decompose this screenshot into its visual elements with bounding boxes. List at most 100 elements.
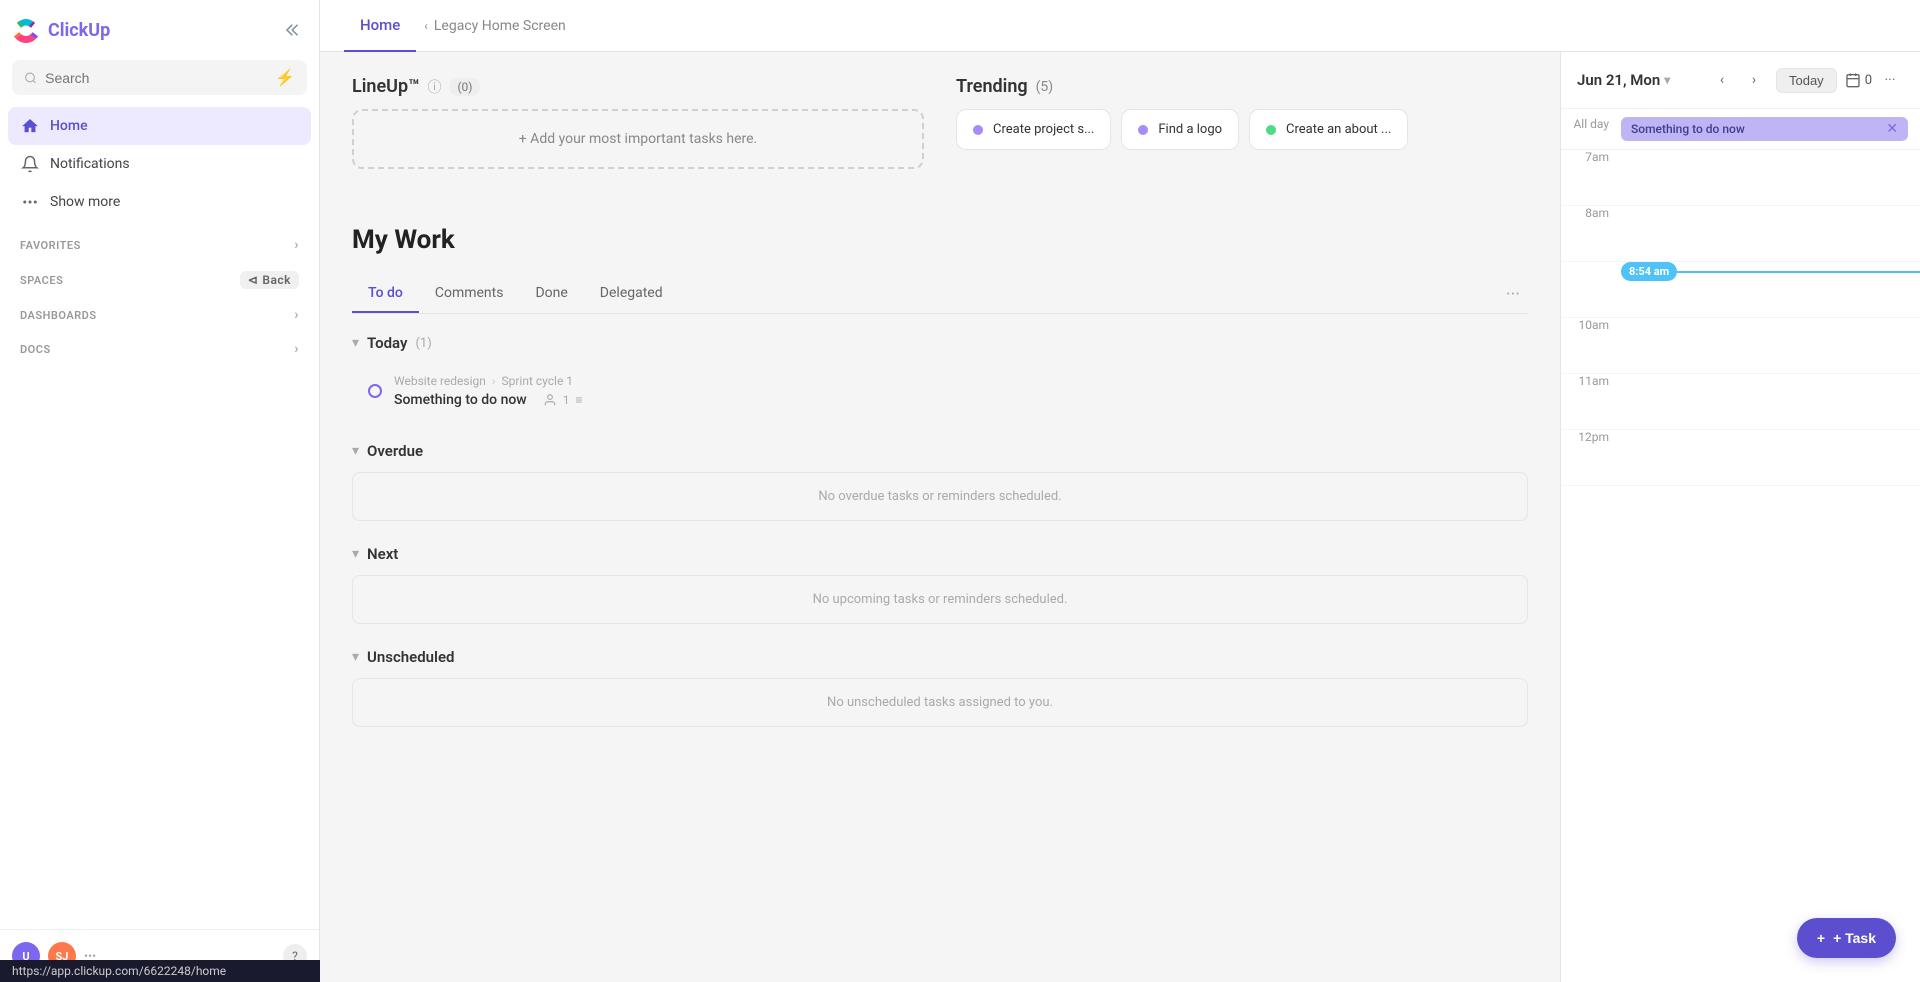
trending-section: Trending (5) Create project s... Find a … (956, 76, 1528, 197)
logo-icon (12, 16, 40, 44)
task-checkbox[interactable] (368, 384, 382, 398)
legacy-tab-label: Legacy Home Screen (434, 18, 566, 34)
spaces-back-button[interactable]: ⊲ Back (240, 271, 299, 289)
docs-arrow[interactable]: › (294, 341, 299, 357)
task-meta: 1 ≡ (543, 393, 583, 407)
time-label-7am: 7am (1561, 150, 1621, 164)
trending-dot-1 (973, 125, 983, 135)
sidebar: ClickUp ⚡ Home Notifications Show more (0, 0, 320, 982)
search-bar[interactable]: ⚡ (12, 60, 307, 95)
task-breadcrumb-part1: Website redesign (394, 374, 486, 388)
favorites-section: FAVORITES › (0, 225, 319, 259)
sidebar-top: ClickUp (0, 0, 319, 52)
calendar-icon (1845, 72, 1861, 88)
dashboards-arrow[interactable]: › (294, 307, 299, 323)
tab-comments[interactable]: Comments (419, 275, 520, 313)
my-work-section: My Work To do Comments Done Delegated ··… (352, 225, 1528, 727)
nav-items: Home Notifications Show more (0, 103, 319, 225)
sidebar-item-notifications[interactable]: Notifications (8, 145, 311, 183)
trending-card-find-logo[interactable]: Find a logo (1121, 109, 1239, 150)
add-task-icon: + (1817, 930, 1825, 946)
next-header: ▾ Next (352, 545, 1528, 563)
calendar-today-button[interactable]: Today (1776, 68, 1837, 93)
calendar-event-close-icon[interactable]: ✕ (1886, 121, 1898, 137)
unscheduled-empty: No unscheduled tasks assigned to you. (352, 678, 1528, 727)
content-area: LineUp™ ⓘ (0) + Add your most important … (320, 52, 1920, 982)
calendar-header: Jun 21, Mon ▾ ‹ › Today 0 ··· (1561, 52, 1920, 109)
trending-header: Trending (5) (956, 76, 1528, 97)
favorites-label: FAVORITES (20, 239, 81, 252)
work-tabs-more[interactable]: ··· (1498, 276, 1528, 313)
calendar-dropdown-icon: ▾ (1664, 73, 1670, 87)
calendar-event[interactable]: Something to do now ✕ (1621, 117, 1908, 141)
time-label-8am: 8am (1561, 206, 1621, 220)
lineup-add-button[interactable]: + Add your most important tasks here. (352, 109, 924, 169)
add-task-button[interactable]: + + Task (1797, 918, 1896, 958)
work-tabs: To do Comments Done Delegated ··· (352, 275, 1528, 314)
spaces-section: SPACES ⊲ Back (0, 259, 319, 295)
back-label: Back (262, 273, 291, 287)
sidebar-item-show-more[interactable]: Show more (8, 183, 311, 221)
time-row-12pm: 12pm (1561, 430, 1920, 486)
unscheduled-collapse-icon[interactable]: ▾ (352, 649, 359, 665)
today-header: ▾ Today (1) (352, 334, 1528, 352)
calendar-body: All day Something to do now ✕ 7am 8am (1561, 109, 1920, 982)
trending-card-create-about[interactable]: Create an about ... (1249, 109, 1408, 150)
time-label-12pm: 12pm (1561, 430, 1621, 444)
trending-count: (5) (1036, 79, 1054, 95)
bell-icon (20, 154, 40, 174)
next-title: Next (367, 545, 398, 563)
trending-label-2: Find a logo (1158, 122, 1222, 137)
unscheduled-title: Unscheduled (367, 648, 454, 666)
calendar-allday-row: All day Something to do now ✕ (1561, 109, 1920, 150)
tab-delegated[interactable]: Delegated (584, 275, 679, 313)
trending-dot-2 (1138, 125, 1148, 135)
app-logo[interactable]: ClickUp (12, 16, 110, 44)
tab-home[interactable]: Home (344, 0, 416, 52)
today-collapse-icon[interactable]: ▾ (352, 335, 359, 351)
dots-icon (20, 192, 40, 212)
add-task-label: + Task (1833, 930, 1876, 946)
sidebar-item-home-label: Home (50, 118, 88, 134)
top-bar: Home ‹ Legacy Home Screen (320, 0, 1920, 52)
calendar-count-badge: 0 (1845, 72, 1872, 88)
overdue-collapse-icon[interactable]: ▾ (352, 443, 359, 459)
task-menu-icon[interactable]: ≡ (575, 393, 582, 407)
today-title: Today (367, 334, 407, 352)
main-area: Home ‹ Legacy Home Screen LineUp™ ⓘ (0) … (320, 0, 1920, 982)
overdue-title: Overdue (367, 442, 423, 460)
sidebar-item-home[interactable]: Home (8, 107, 311, 145)
collapse-sidebar-button[interactable] (279, 16, 307, 44)
calendar-next-button[interactable]: › (1740, 66, 1768, 94)
overdue-section: ▾ Overdue No overdue tasks or reminders … (352, 442, 1528, 521)
lightning-icon: ⚡ (275, 68, 295, 87)
current-time-indicator: 8:54 am (1621, 262, 1920, 281)
back-arrow-icon: ⊲ (248, 273, 259, 287)
calendar-panel: Jun 21, Mon ▾ ‹ › Today 0 ··· (1560, 52, 1920, 982)
breadcrumb-arrow-icon: › (492, 374, 496, 388)
trending-cards: Create project s... Find a logo Create a… (956, 109, 1528, 150)
search-input[interactable] (45, 70, 267, 86)
tab-todo[interactable]: To do (352, 275, 419, 313)
tab-done[interactable]: Done (519, 275, 583, 313)
calendar-count: 0 (1865, 73, 1872, 88)
table-row: Website redesign › Sprint cycle 1 Someth… (352, 364, 1528, 418)
next-empty: No upcoming tasks or reminders scheduled… (352, 575, 1528, 624)
next-collapse-icon[interactable]: ▾ (352, 546, 359, 562)
today-count: (1) (415, 336, 431, 351)
time-row-11am: 11am (1561, 374, 1920, 430)
next-section: ▾ Next No upcoming tasks or reminders sc… (352, 545, 1528, 624)
trending-card-create-project[interactable]: Create project s... (956, 109, 1111, 150)
unscheduled-header: ▾ Unscheduled (352, 648, 1528, 666)
calendar-more-options[interactable]: ··· (1876, 66, 1904, 94)
dashboards-section: DASHBOARDS › (0, 295, 319, 329)
calendar-prev-button[interactable]: ‹ (1708, 66, 1736, 94)
favorites-arrow[interactable]: › (294, 237, 299, 253)
tab-legacy-home[interactable]: ‹ Legacy Home Screen (424, 18, 565, 34)
home-icon (20, 116, 40, 136)
calendar-date[interactable]: Jun 21, Mon ▾ (1577, 71, 1670, 89)
overdue-header: ▾ Overdue (352, 442, 1528, 460)
calendar-event-title: Something to do now (1631, 122, 1745, 136)
lineup-header: LineUp™ ⓘ (0) (352, 76, 924, 97)
lineup-section: LineUp™ ⓘ (0) + Add your most important … (352, 76, 924, 197)
